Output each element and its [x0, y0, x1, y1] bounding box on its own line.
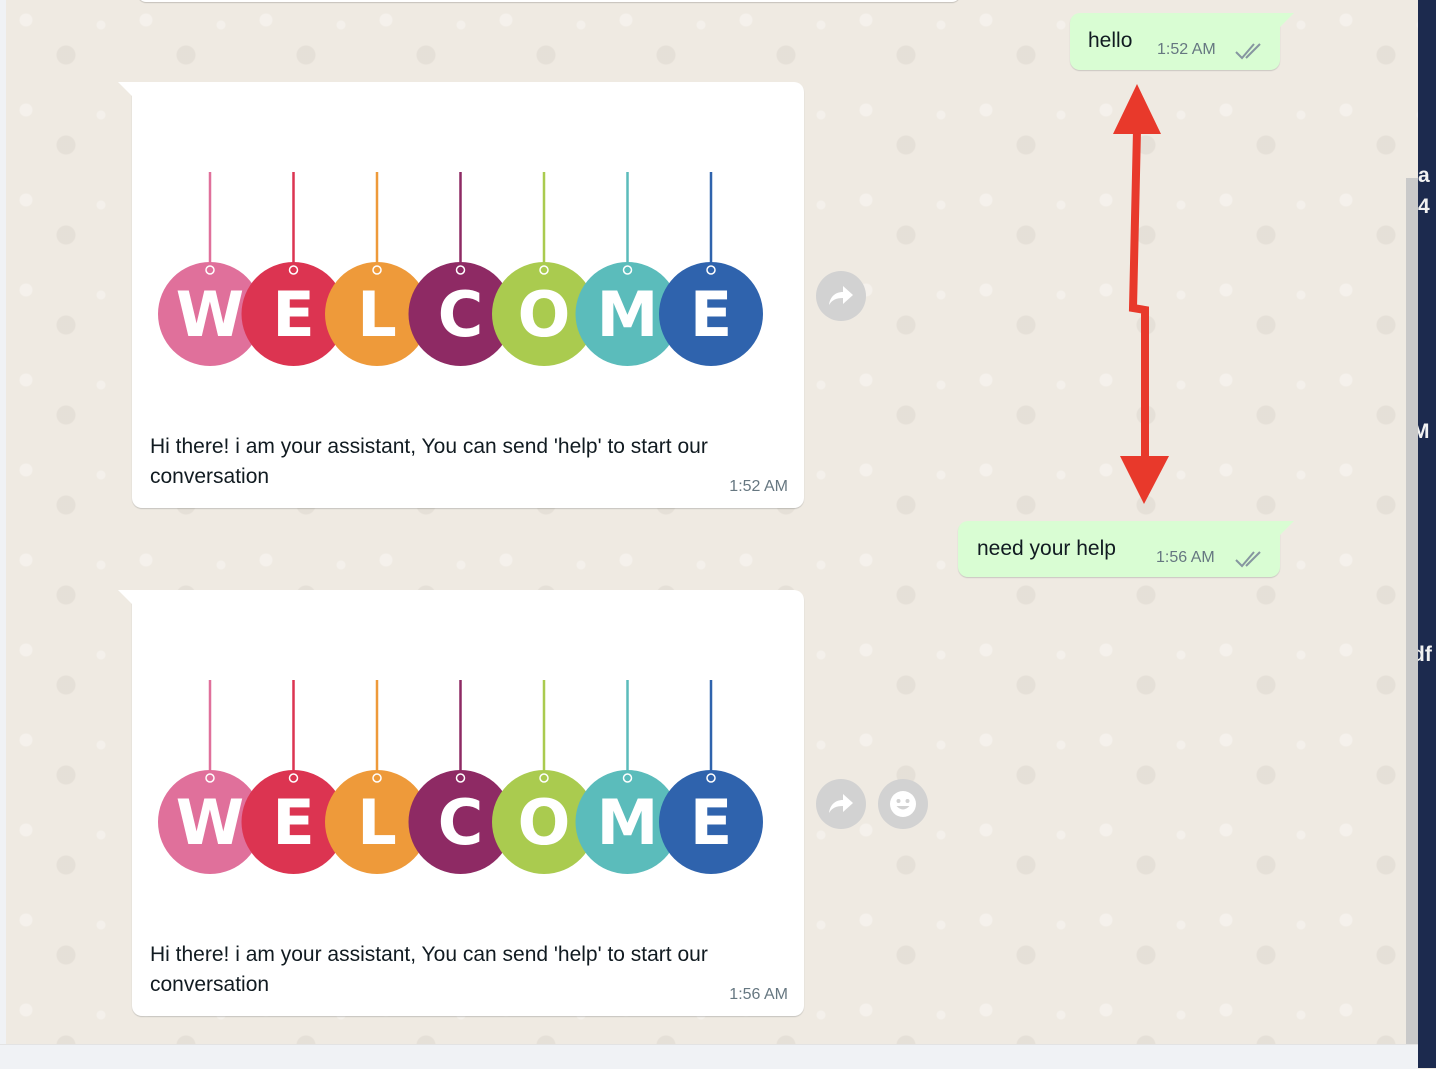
banner-letter: E — [690, 786, 732, 859]
banner-letter: O — [518, 278, 571, 351]
annotation-double-arrow-icon — [1113, 84, 1169, 504]
bubble-tail — [1280, 13, 1294, 27]
banner-letter: E — [272, 278, 314, 351]
banner-letter: W — [176, 786, 244, 859]
edge-text-fragment: a — [1418, 164, 1430, 187]
outgoing-message-need-help[interactable]: need your help 1:56 AM — [958, 521, 1294, 577]
banner-letter: W — [176, 278, 244, 351]
forward-arrow-icon — [829, 794, 853, 813]
bubble-tail — [118, 82, 132, 96]
banner-letter: C — [438, 278, 484, 351]
incoming-welcome-message[interactable]: WELCOME Hi there! i am your assistant, Y… — [118, 590, 804, 1016]
edge-text-fragment: M — [1418, 420, 1430, 443]
message-time: 1:56 AM — [729, 986, 788, 1003]
banner-letter: E — [272, 786, 314, 859]
banner-letter: M — [597, 278, 659, 351]
banner-letter: M — [597, 786, 659, 859]
message-text: hello — [1088, 29, 1133, 52]
edge-text-fragment: 4 — [1418, 195, 1430, 218]
adjacent-window-edge: a 4 M df — [1418, 0, 1436, 1068]
welcome-banner-image[interactable]: WELCOME — [158, 142, 776, 374]
previous-message-bubble — [138, 0, 960, 2]
double-check-icon — [1235, 43, 1261, 60]
welcome-banner-image[interactable]: WELCOME — [158, 650, 776, 882]
banner-letter: L — [357, 786, 397, 859]
bubble-tail — [1280, 521, 1294, 535]
forward-button[interactable] — [816, 271, 866, 321]
forward-button[interactable] — [816, 779, 866, 829]
message-time: 1:52 AM — [1157, 41, 1216, 58]
banner-letter: L — [357, 278, 397, 351]
edge-text-fragment: df — [1418, 643, 1432, 666]
scrollbar[interactable] — [1406, 178, 1418, 1044]
compose-area-edge — [0, 1044, 1418, 1069]
react-button[interactable] — [878, 779, 928, 829]
double-check-icon — [1235, 551, 1261, 568]
banner-letter: C — [438, 786, 484, 859]
message-text: need your help — [977, 537, 1116, 560]
banner-letter: E — [690, 278, 732, 351]
message-time: 1:52 AM — [729, 478, 788, 495]
outgoing-message-hello[interactable]: hello 1:52 AM — [1070, 13, 1294, 70]
bubble-tail — [118, 590, 132, 604]
message-caption: Hi there! i am your assistant, You can s… — [150, 943, 708, 996]
emoji-smile-icon — [890, 791, 916, 817]
message-caption: Hi there! i am your assistant, You can s… — [150, 435, 708, 488]
message-time: 1:56 AM — [1156, 549, 1215, 566]
forward-arrow-icon — [829, 286, 853, 305]
banner-letter: O — [518, 786, 571, 859]
incoming-welcome-message[interactable]: WELCOME Hi there! i am your assistant, Y… — [118, 82, 804, 508]
